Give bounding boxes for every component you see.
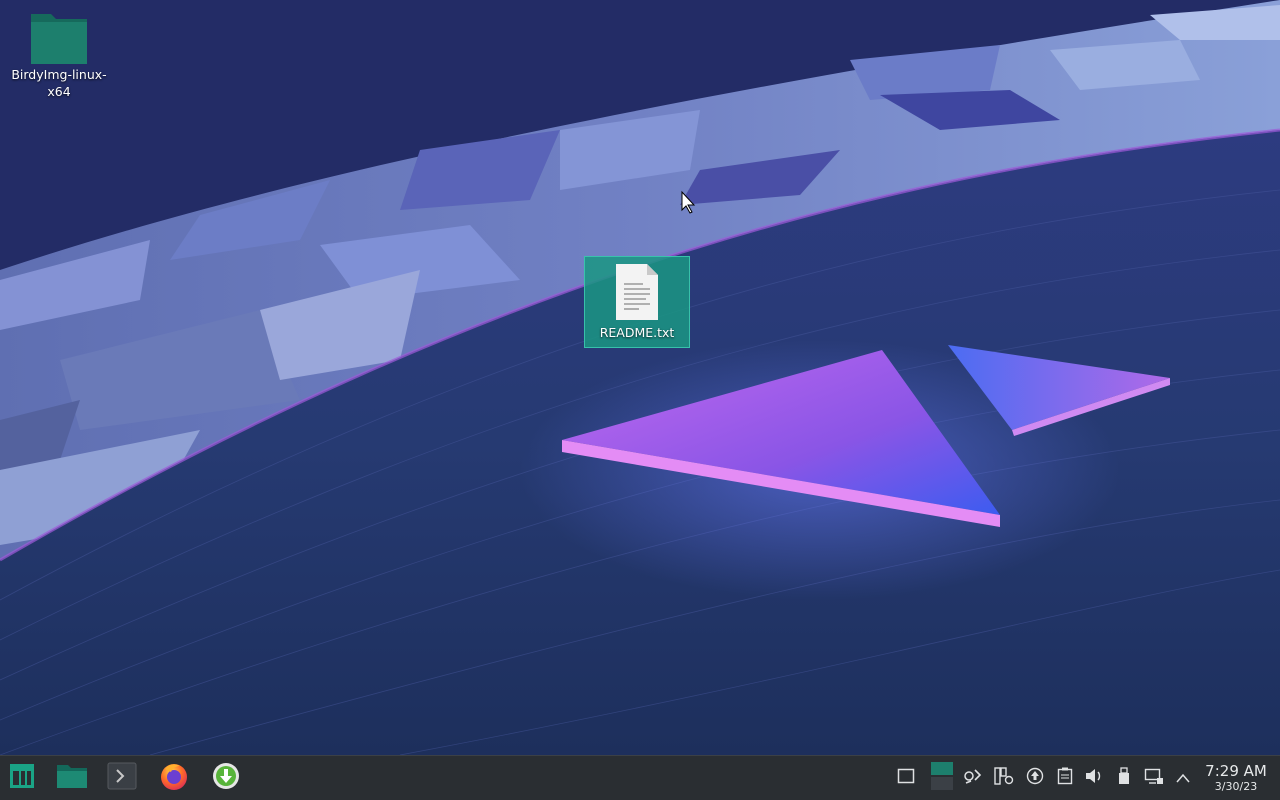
package-updates-button[interactable] [993,763,1015,793]
upload-button[interactable] [1024,763,1046,793]
volume-button[interactable] [1083,763,1105,793]
package-updates-icon [994,767,1014,789]
taskbar: 7:29 AM 3/30/23 [0,755,1280,800]
download-manager-button[interactable] [209,761,243,795]
application-menu-button[interactable] [5,761,39,795]
download-manager-icon [212,762,240,794]
pager-button[interactable] [931,762,953,794]
kde-connect-button[interactable] [962,763,984,793]
clock-date: 3/30/23 [1214,780,1258,793]
desktop-icon-label: BirdyImg-linux-x64 [11,67,107,99]
desktop-icon-birdyimg-folder[interactable]: BirdyImg-linux-x64 [9,8,109,100]
terminal-icon [107,762,137,794]
clock-time: 7:29 AM [1205,762,1267,780]
firefox-button[interactable] [157,761,191,795]
show-desktop-button[interactable] [895,763,917,793]
expand-tray-button[interactable] [1172,763,1194,793]
pager-icon [931,762,953,794]
removable-device-button[interactable] [1113,763,1135,793]
clipboard-button[interactable] [1054,763,1076,793]
show-desktop-icon [897,768,915,788]
network-button[interactable] [1143,763,1165,793]
folder-icon [29,8,89,66]
volume-icon [1084,767,1104,789]
network-icon [1144,767,1164,789]
digital-clock[interactable]: 7:29 AM 3/30/23 [1200,762,1272,793]
text-file-icon [613,262,661,322]
application-menu-icon [9,763,35,793]
file-manager-button[interactable] [54,761,90,795]
kde-connect-icon [963,767,983,789]
removable-device-icon [1117,767,1131,789]
terminal-button[interactable] [105,761,139,795]
desktop-icon-readme-file[interactable]: README.txt [584,256,690,348]
file-manager-icon [56,763,88,793]
expand-tray-icon [1175,769,1191,788]
wallpaper [0,0,1280,755]
desktop[interactable]: BirdyImg-linux-x64 README.txt [0,0,1280,755]
upload-icon [1026,767,1044,789]
desktop-icon-label: README.txt [599,325,675,340]
clipboard-icon [1057,767,1073,789]
firefox-icon [159,761,189,795]
